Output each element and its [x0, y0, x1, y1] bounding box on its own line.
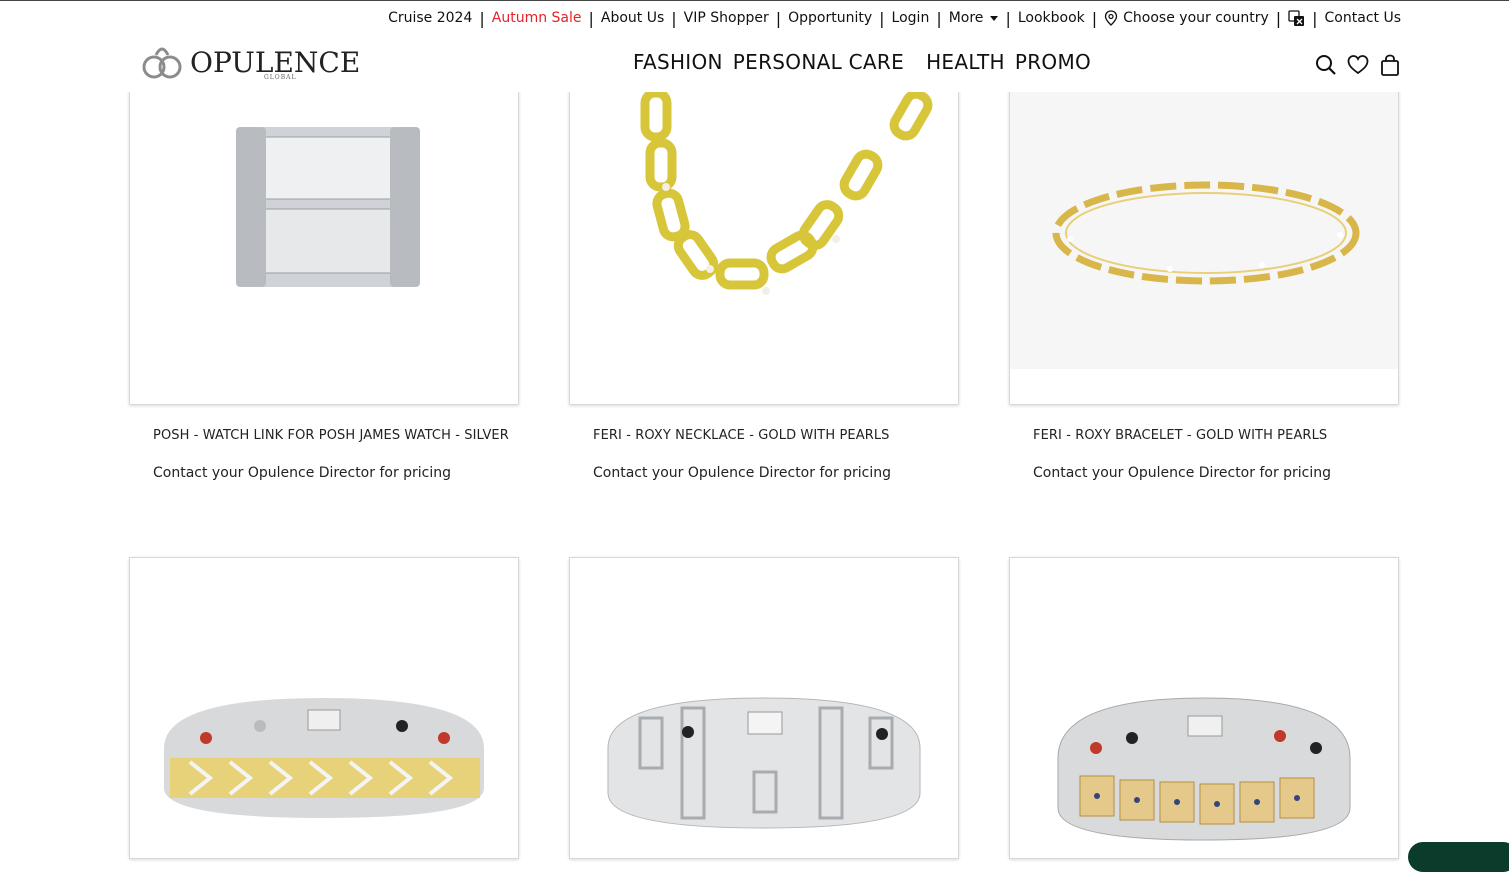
main-header: OPULENCE GLOBAL FASHION PERSONAL CARE HE… — [0, 36, 1509, 92]
product-card-magnetic-bracelet-silver[interactable] — [569, 557, 959, 859]
chat-widget-button[interactable] — [1408, 842, 1509, 872]
product-price: Contact your Opulence Director for prici… — [593, 465, 892, 481]
link-opportunity[interactable]: Opportunity — [788, 10, 872, 26]
link-vip-shopper[interactable]: VIP Shopper — [684, 10, 769, 26]
location-icon — [1104, 10, 1118, 26]
product-title[interactable]: FERI - ROXY NECKLACE - GOLD WITH PEARLS — [593, 428, 890, 443]
product-card-roxy-bracelet[interactable] — [1009, 62, 1399, 405]
separator: | — [1091, 8, 1098, 28]
translate-button[interactable] — [1288, 9, 1305, 27]
translate-icon — [1288, 9, 1305, 26]
nav-item-health[interactable]: HEALTH — [926, 50, 1005, 74]
logo-mark-icon — [142, 47, 182, 79]
search-icon — [1316, 55, 1336, 75]
product-title[interactable]: FERI - ROXY BRACELET - GOLD WITH PEARLS — [1033, 428, 1327, 443]
product-image-roxy-bracelet — [1010, 63, 1398, 369]
brand-subtitle: GLOBAL — [264, 74, 297, 81]
separator: | — [879, 8, 885, 28]
brand-logo[interactable]: OPULENCE — [140, 42, 360, 84]
product-image-watch-link — [236, 127, 420, 287]
link-lookbook[interactable]: Lookbook — [1018, 10, 1085, 26]
link-contact-us[interactable]: Contact Us — [1325, 10, 1401, 26]
separator: | — [775, 8, 782, 28]
country-selector[interactable]: Choose your country — [1104, 10, 1269, 26]
product-image-silver-bracelet — [607, 697, 921, 829]
product-title[interactable]: POSH - WATCH LINK FOR POSH JAMES WATCH -… — [153, 428, 509, 443]
search-button[interactable] — [1315, 54, 1337, 76]
more-dropdown[interactable]: More — [949, 10, 999, 26]
nav-item-fashion[interactable]: FASHION — [633, 50, 723, 74]
separator: | — [1312, 8, 1318, 28]
product-card-watch-link[interactable] — [129, 62, 519, 405]
separator: | — [671, 8, 677, 28]
utility-bar: Cruise 2024 | Autumn Sale | About Us | V… — [388, 6, 1401, 30]
wishlist-button[interactable] — [1347, 54, 1369, 76]
separator: | — [588, 8, 594, 28]
brand-name: OPULENCE — [190, 46, 361, 79]
link-autumn-sale[interactable]: Autumn Sale — [492, 10, 582, 26]
product-price: Contact your Opulence Director for prici… — [153, 465, 452, 481]
separator: | — [479, 8, 485, 28]
heart-icon — [1347, 55, 1369, 75]
product-price: Contact your Opulence Director for prici… — [1033, 465, 1332, 481]
product-image-roxy-necklace — [640, 88, 933, 295]
link-about-us[interactable]: About Us — [601, 10, 664, 26]
product-image-flower-bracelet — [1057, 697, 1351, 841]
nav-item-personal-care[interactable]: PERSONAL CARE — [733, 50, 904, 74]
more-label: More — [948, 10, 984, 26]
product-card-magnetic-bracelet-flower[interactable] — [1009, 557, 1399, 859]
product-image-magnetic-bracelet — [164, 698, 484, 818]
link-cruise-2024[interactable]: Cruise 2024 — [388, 10, 472, 26]
product-card-magnetic-bracelet-gold-silver[interactable] — [129, 557, 519, 859]
main-nav: FASHION PERSONAL CARE HEALTH PROMO — [633, 50, 1101, 74]
chevron-down-icon — [990, 15, 999, 21]
cart-button[interactable] — [1379, 54, 1401, 76]
separator: | — [936, 8, 942, 28]
separator: | — [1005, 8, 1011, 28]
nav-item-promo[interactable]: PROMO — [1015, 50, 1091, 74]
top-border — [0, 0, 1509, 1]
product-card-roxy-necklace[interactable] — [569, 62, 959, 405]
choose-country-label: Choose your country — [1123, 10, 1269, 26]
link-login[interactable]: Login — [892, 10, 930, 26]
bag-icon — [1381, 54, 1399, 76]
separator: | — [1275, 8, 1282, 28]
header-actions — [1315, 54, 1401, 76]
